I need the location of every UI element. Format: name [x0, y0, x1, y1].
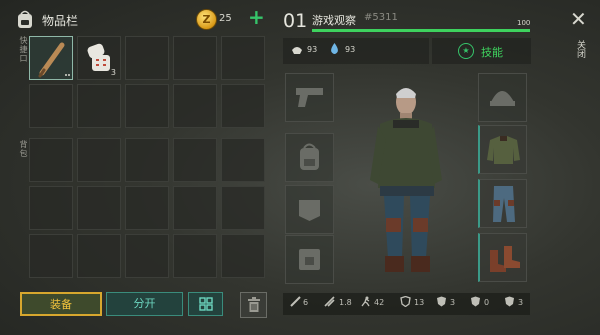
hp-bar: [312, 29, 530, 32]
inventory-cell[interactable]: [77, 138, 121, 182]
armor-icon-2: [437, 296, 446, 307]
inventory-cell[interactable]: [125, 186, 169, 230]
hp-value: 100: [517, 19, 531, 27]
inventory-cell[interactable]: [173, 36, 217, 80]
trash-button[interactable]: [240, 292, 267, 318]
coin-count: 25: [219, 13, 232, 24]
sort-button[interactable]: [188, 292, 223, 316]
inventory-cell[interactable]: [221, 36, 265, 80]
inventory-cell[interactable]: [125, 138, 169, 182]
inventory-cell[interactable]: [173, 84, 217, 128]
armor-icon-3: [471, 296, 480, 307]
backpack-slot-icon: [300, 143, 319, 170]
close-button[interactable]: ✕: [570, 9, 587, 29]
backpack-grid: [29, 138, 269, 278]
knife-icon: [290, 296, 301, 307]
beanie-icon: [490, 91, 515, 106]
armor-value-2: 3: [450, 298, 456, 307]
armor-value-3: 0: [484, 298, 490, 307]
head-slot[interactable]: [478, 73, 527, 122]
armor-value-1: 13: [414, 298, 425, 307]
backpack-icon: [18, 10, 32, 28]
boots-icon: [490, 246, 520, 272]
torso-slot[interactable]: [478, 125, 527, 174]
inventory-cell[interactable]: [77, 186, 121, 230]
inventory-cell[interactable]: [77, 234, 121, 278]
character-model: [370, 88, 442, 272]
thirst-value: 93: [345, 45, 356, 54]
weapon-slot[interactable]: [285, 73, 334, 122]
feet-slot[interactable]: [478, 233, 527, 282]
attack-speed-value: 1.8: [339, 298, 352, 307]
coin-icon: Z: [196, 9, 217, 30]
jacket-icon: [487, 136, 520, 164]
hunger-value: 93: [307, 45, 318, 54]
quick-slot-label: 快捷口: [19, 36, 28, 63]
armor-icon-4: [505, 296, 514, 307]
inventory-cell[interactable]: [77, 84, 121, 128]
skill-star-icon: ★: [458, 43, 474, 59]
grid-sort-icon: [198, 297, 213, 311]
inventory-title: 物品栏: [42, 14, 79, 28]
pants-icon: [493, 186, 515, 222]
pocket-slot-2[interactable]: [285, 235, 334, 284]
bag-label: 背包: [19, 140, 28, 158]
attack-value: 6: [303, 298, 309, 307]
pocket-slot[interactable]: [285, 185, 334, 234]
inventory-cell[interactable]: [125, 84, 169, 128]
close-label[interactable]: 关闭: [574, 40, 587, 58]
split-button[interactable]: 分开: [106, 292, 183, 316]
inventory-cell[interactable]: [29, 138, 73, 182]
hp-bar-fill: [312, 29, 530, 32]
inventory-cell[interactable]: [221, 234, 265, 278]
pistol-icon: [296, 88, 323, 107]
water-drop-icon: [331, 43, 338, 54]
player-id: #5311: [364, 12, 398, 23]
inventory-cell[interactable]: [29, 36, 73, 80]
inventory-cell[interactable]: [221, 84, 265, 128]
inventory-cell[interactable]: [221, 138, 265, 182]
pocket-icon: [299, 200, 320, 221]
quick-slot-grid: 3: [29, 36, 269, 128]
equip-button[interactable]: 装备: [20, 292, 102, 316]
attack-speed-icon: [324, 296, 335, 307]
armor-value-4: 3: [518, 298, 524, 307]
backpack-slot[interactable]: [285, 133, 334, 182]
run-speed-icon: [361, 296, 370, 307]
inventory-cell[interactable]: [29, 234, 73, 278]
inventory-cell[interactable]: [173, 234, 217, 278]
inventory-cell[interactable]: [221, 186, 265, 230]
hunger-icon: [292, 47, 302, 54]
inventory-cell[interactable]: 3: [77, 36, 121, 80]
add-coins-button[interactable]: +: [248, 7, 265, 27]
vitals-row: [283, 38, 429, 64]
baseball-bat-icon: [38, 42, 70, 78]
inventory-cell[interactable]: [29, 186, 73, 230]
inventory-cell[interactable]: [125, 36, 169, 80]
item-quantity: 3: [110, 68, 116, 77]
inventory-cell[interactable]: [125, 234, 169, 278]
player-level: 01: [283, 10, 308, 32]
inventory-cell[interactable]: [173, 186, 217, 230]
skills-label[interactable]: 技能: [481, 44, 503, 60]
armor-icon: [400, 296, 411, 307]
speed-value: 42: [374, 298, 385, 307]
legs-slot[interactable]: [478, 179, 527, 228]
player-name: 游戏观察: [312, 14, 356, 27]
trash-icon: [247, 297, 260, 312]
inventory-cell[interactable]: [29, 84, 73, 128]
pocket-lock-icon: [299, 249, 320, 270]
inventory-cell[interactable]: [173, 138, 217, 182]
